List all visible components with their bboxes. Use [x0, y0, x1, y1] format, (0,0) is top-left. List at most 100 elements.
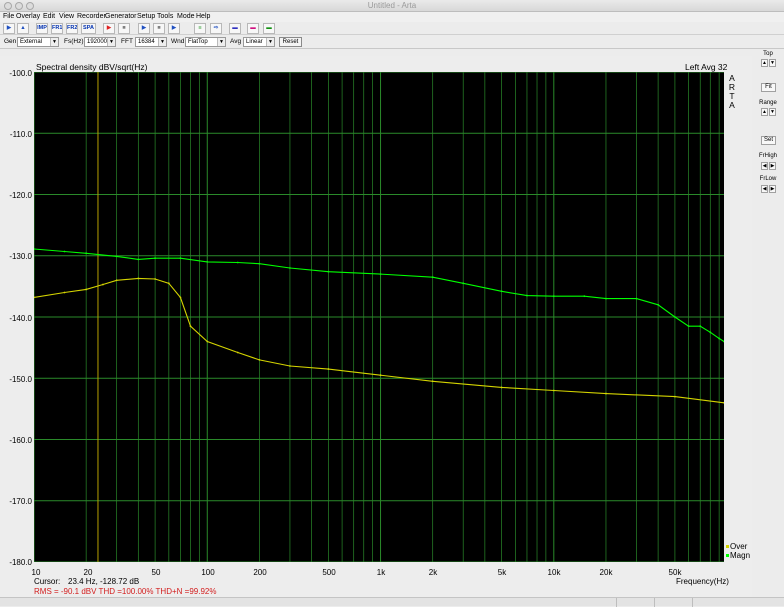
x-tick-label: 1k	[376, 568, 386, 577]
level-button[interactable]: ▬	[247, 23, 259, 34]
x-tick-label: 50	[151, 568, 161, 577]
series-point-magn	[674, 316, 676, 318]
menu-help[interactable]: Help	[196, 13, 210, 20]
pause-button[interactable]: ■	[153, 23, 165, 34]
run-button[interactable]: ▶	[138, 23, 150, 34]
series-point-over	[63, 291, 66, 294]
y-tick-label: -150.0	[9, 375, 32, 384]
x-axis-label: Frequency(Hz)	[676, 577, 729, 586]
open-file-button[interactable]: ▶	[3, 23, 15, 34]
y-tick-label: -130.0	[9, 252, 32, 261]
series-point-magn	[115, 255, 118, 258]
frhigh-right-button[interactable]: ▶	[769, 162, 776, 170]
input-button[interactable]: ⇨	[210, 23, 222, 34]
chevron-down-icon: ▼	[217, 38, 225, 46]
series-point-magn	[258, 262, 261, 265]
series-point-magn	[552, 295, 555, 298]
arta-watermark-a2: A	[729, 100, 735, 110]
series-point-magn	[718, 337, 721, 340]
series-point-over	[431, 380, 434, 383]
reset-button[interactable]: Reset	[279, 37, 302, 47]
fft-select[interactable]: 16384 ▼	[135, 37, 167, 47]
frhigh-left-button[interactable]: ◀	[761, 162, 768, 170]
status-bar	[0, 597, 784, 607]
menu-setup[interactable]: Setup	[137, 13, 155, 20]
menu-file[interactable]: File	[3, 13, 14, 20]
title-bar: Untitled - Arta	[0, 0, 784, 12]
fs-select[interactable]: 192000 ▼	[84, 37, 116, 47]
legend-label: Magn	[730, 551, 751, 560]
series-point-over	[137, 277, 140, 280]
menu-tools[interactable]: Tools	[157, 13, 173, 20]
top-down-button[interactable]: ▼	[769, 59, 776, 67]
spectrum-plot[interactable]	[34, 72, 724, 562]
series-point-magn	[526, 294, 528, 297]
legend-swatch	[726, 545, 729, 549]
wnd-select[interactable]: FlatTop ▼	[185, 37, 226, 47]
series-point-magn	[699, 325, 702, 328]
range-down-button[interactable]: ▼	[769, 108, 776, 116]
chevron-down-icon: ▼	[107, 38, 115, 46]
open-file-icon: ▶	[6, 25, 12, 31]
stop-icon: ■	[122, 25, 126, 31]
channel-avg-label: Left Avg 32	[685, 62, 728, 72]
series-point-magn	[500, 290, 503, 293]
imp-mode-button[interactable]: IMP	[36, 23, 48, 34]
x-tick-label: 2k	[428, 568, 438, 577]
chevron-down-icon: ▼	[266, 38, 274, 46]
menu-recorder[interactable]: Recorder	[77, 13, 106, 20]
series-point-over	[115, 279, 118, 282]
arrow-left-icon: ◀	[762, 186, 767, 192]
toolbar: ▶ ▲ IMP FR1 FR2 SPA ▶ ■ ▶ ■ ▶ ≡ ⇨ ▬ ▬ ▬	[0, 22, 784, 35]
menu-edit[interactable]: Edit	[43, 13, 55, 20]
arrow-right-icon: ▶	[770, 186, 775, 192]
frlow-right-button[interactable]: ▶	[769, 185, 776, 193]
generator-icon: ≡	[198, 25, 202, 31]
frlow-label: FrLow	[759, 176, 777, 182]
level-icon: ▬	[250, 25, 256, 31]
series-point-magn	[462, 282, 465, 285]
menu-generator[interactable]: Generator	[105, 13, 137, 20]
analyze-button[interactable]: ▶	[168, 23, 180, 34]
record-button[interactable]: ▶	[103, 23, 115, 34]
series-point-magn	[327, 270, 330, 273]
spa-mode-button[interactable]: SPA	[81, 23, 96, 34]
x-tick-label: 50k	[668, 568, 682, 577]
x-tick-label: 200	[253, 568, 267, 577]
fr2-mode-button[interactable]: FR2	[66, 23, 78, 34]
y-tick-label: -180.0	[9, 558, 32, 567]
gen-select[interactable]: External ▼	[17, 37, 59, 47]
arrow-up-icon: ▲	[762, 109, 767, 115]
range-label: Range	[759, 100, 777, 106]
generator-button[interactable]: ≡	[194, 23, 206, 34]
series-point-magn	[431, 276, 434, 279]
frlow-left-button[interactable]: ◀	[761, 185, 768, 193]
menu-mode[interactable]: Mode	[177, 13, 195, 20]
legend-magn: Magn	[726, 551, 750, 560]
output-button[interactable]: ▬	[229, 23, 241, 34]
calibrate-button[interactable]: ▬	[263, 23, 275, 34]
fit-button[interactable]: Fit	[761, 83, 776, 92]
chevron-down-icon: ▼	[50, 38, 58, 46]
y-tick-label: -170.0	[9, 497, 32, 506]
gen-value: External	[20, 39, 43, 45]
menu-overlay[interactable]: Overlay	[16, 13, 40, 20]
wnd-value: FlatTop	[188, 39, 208, 45]
menu-view[interactable]: View	[59, 13, 74, 20]
top-up-button[interactable]: ▲	[761, 59, 768, 67]
fr1-mode-button[interactable]: FR1	[51, 23, 63, 34]
series-point-over	[674, 395, 676, 398]
arrow-down-icon: ▼	[770, 60, 775, 66]
arrow-right-icon: ▶	[770, 163, 775, 169]
series-point-over	[379, 374, 382, 377]
range-up-button[interactable]: ▲	[761, 108, 768, 116]
series-point-over	[327, 368, 330, 370]
stop-button[interactable]: ■	[118, 23, 130, 34]
avg-value: Linear	[246, 39, 263, 45]
avg-select[interactable]: Linear ▼	[243, 37, 275, 47]
set-button[interactable]: Set	[761, 136, 776, 145]
series-point-over	[85, 288, 88, 291]
series-point-over	[236, 351, 239, 354]
series-point-magn	[154, 257, 157, 260]
save-button[interactable]: ▲	[17, 23, 29, 34]
